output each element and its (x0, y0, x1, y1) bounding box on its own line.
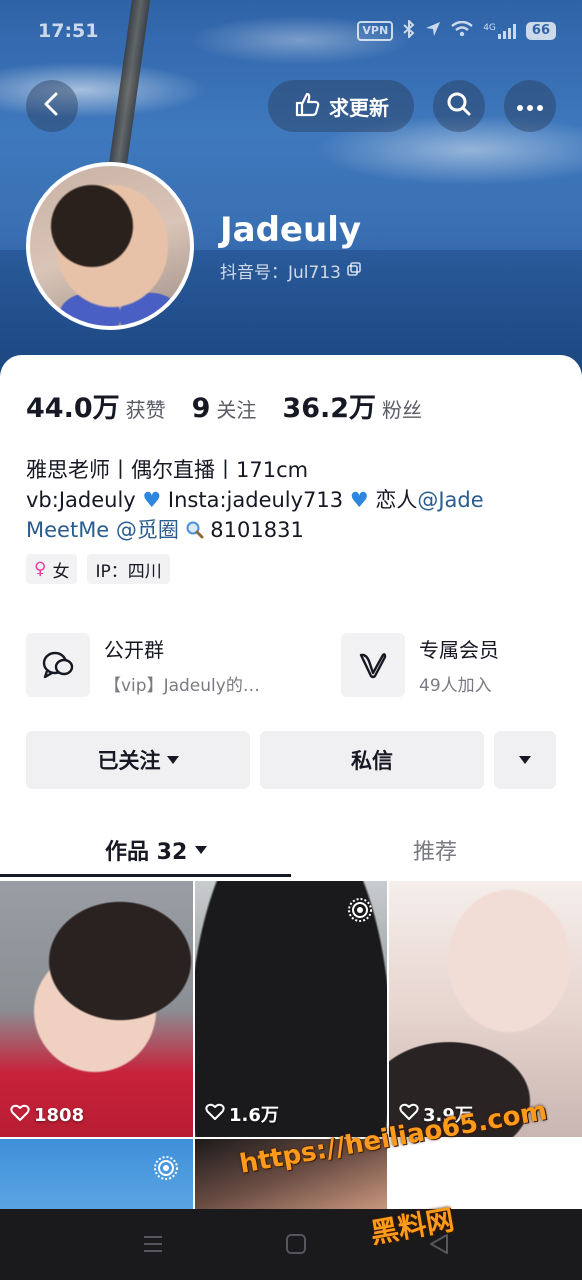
followed-label: 已关注 (97, 749, 161, 773)
followers-stat[interactable]: 36.2万 粉丝 (282, 386, 422, 425)
profile-stats: 44.0万 获赞 9 关注 36.2万 粉丝 (26, 386, 448, 425)
chevron-left-icon (42, 92, 62, 120)
exclusive-member-entry[interactable]: 专属会员 49人加入 (341, 633, 499, 697)
followers-count: 36.2万 (282, 393, 377, 424)
public-group-entry[interactable]: 公开群 【vip】Jadeuly的… (26, 633, 260, 697)
pointing-hand-icon (293, 91, 321, 122)
exclusive-member-subtitle: 49人加入 (419, 676, 492, 696)
nickname: Jadeuly (220, 210, 362, 250)
more-actions-button[interactable] (494, 731, 556, 789)
likes-label: 获赞 (125, 398, 166, 422)
battery-icon: 66 (525, 22, 556, 40)
tab-recommend[interactable]: 推荐 (413, 834, 457, 866)
following-label: 关注 (216, 398, 257, 422)
request-update-button[interactable]: 求更新 (268, 80, 414, 132)
female-icon: ♀ (34, 559, 47, 579)
status-time: 17:51 (38, 20, 99, 42)
bio-line-2: vb:Jadeuly ♥ Insta:jadeuly713 ♥ 恋人@Jade (26, 485, 484, 515)
content-tabs: 作品 32 推荐 (0, 820, 582, 878)
gender-tag: ♀ 女 (26, 554, 78, 584)
profile-bio: 雅思老师丨偶尔直播丨171cm vb:Jadeuly ♥ Insta:jadeu… (26, 455, 484, 545)
video-thumbnail[interactable]: 1808 (0, 881, 193, 1137)
message-button[interactable]: 私信 (260, 731, 484, 789)
ip-location-label: IP：四川 (95, 561, 162, 582)
location-icon (425, 21, 441, 41)
following-stat[interactable]: 9 关注 (192, 393, 257, 424)
cell-signal-icon: 4G (483, 23, 516, 39)
more-button[interactable] (504, 80, 556, 132)
active-tab-indicator (0, 874, 291, 877)
search-icon (446, 91, 472, 121)
mention-miquan-link[interactable]: @觅圈 (116, 518, 179, 542)
followers-label: 粉丝 (382, 398, 423, 422)
video-likes: 1808 (10, 1104, 84, 1127)
likes-count: 44.0万 (26, 393, 120, 424)
more-icon (516, 97, 544, 116)
vpn-icon: VPN (357, 21, 394, 41)
live-photo-icon (347, 897, 373, 927)
request-update-label: 求更新 (329, 95, 389, 120)
tab-works-label: 作品 32 (105, 840, 188, 865)
chat-bubbles-icon (26, 633, 90, 697)
profile-tags: ♀ 女 IP：四川 (26, 554, 170, 584)
douyin-id-text: 抖音号：Jul713 (220, 263, 341, 283)
blue-heart-icon: ♥ (349, 488, 369, 512)
douyin-id[interactable]: 抖音号：Jul713 (220, 258, 361, 283)
video-thumbnail[interactable]: 3.9万 (389, 881, 582, 1137)
bluetooth-icon (403, 18, 415, 42)
video-thumbnail[interactable] (0, 1139, 193, 1209)
video-likes: 1.6万 (205, 1101, 279, 1127)
bio-partner-text: 恋人 (368, 488, 418, 512)
gender-label: 女 (52, 561, 70, 582)
system-nav-bar (0, 1209, 582, 1280)
video-thumbnail[interactable]: 1.6万 (195, 881, 387, 1137)
bio-insta-text: Insta:jadeuly713 (161, 488, 350, 512)
home-icon[interactable] (285, 1233, 307, 1259)
status-icons: VPN 4G 66 (357, 18, 556, 42)
public-group-subtitle: 【vip】Jadeuly的… (104, 676, 260, 696)
bio-vb-text: vb:Jadeuly (26, 488, 143, 512)
public-group-title: 公开群 (104, 638, 164, 662)
search-button[interactable] (433, 80, 485, 132)
caret-down-icon (519, 756, 531, 764)
heart-outline-icon (205, 1103, 225, 1126)
followed-button[interactable]: 已关注 (26, 731, 250, 789)
blue-heart-icon: ♥ (142, 488, 162, 512)
menu-icon[interactable] (142, 1233, 164, 1259)
heart-outline-icon (10, 1104, 30, 1127)
copy-icon[interactable] (347, 261, 361, 281)
live-photo-icon (153, 1155, 179, 1185)
back-button[interactable] (26, 80, 78, 132)
ip-location-tag: IP：四川 (87, 554, 170, 584)
bio-line-1: 雅思老师丨偶尔直播丨171cm (26, 458, 309, 482)
mention-jade-link[interactable]: @Jade (417, 488, 483, 512)
video-likes-count: 1.6万 (229, 1105, 279, 1126)
caret-down-icon (166, 756, 179, 764)
likes-stat[interactable]: 44.0万 获赞 (26, 386, 166, 425)
message-label: 私信 (351, 749, 393, 773)
status-bar: 17:51 VPN 4G 66 (0, 0, 582, 62)
avatar[interactable] (26, 162, 194, 330)
following-count: 9 (191, 393, 211, 424)
magnifier-icon (186, 518, 211, 542)
exclusive-member-title: 专属会员 (419, 638, 499, 662)
network-type: 4G (483, 23, 496, 33)
caret-down-icon (195, 846, 208, 854)
bio-id-number: 8101831 (210, 518, 304, 542)
bio-line-3: MeetMe @觅圈 8101831 (26, 515, 484, 545)
tab-works[interactable]: 作品 32 (105, 834, 208, 866)
v-member-icon (341, 633, 405, 697)
wifi-icon (451, 20, 473, 41)
mention-meetme-link[interactable]: MeetMe (26, 518, 109, 542)
video-likes-count: 1808 (34, 1105, 85, 1126)
